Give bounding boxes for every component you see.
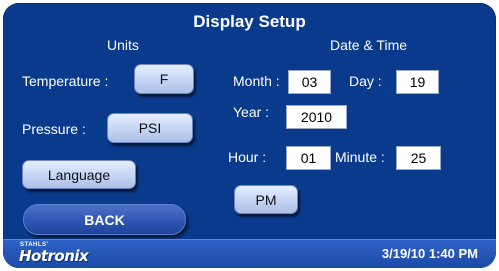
date-time-heading: Date & Time [330, 37, 408, 53]
year-label: Year : [233, 104, 270, 120]
minute-label: Minute : [335, 149, 385, 165]
back-button[interactable]: BACK [23, 204, 186, 235]
hour-field[interactable]: 01 [286, 146, 331, 170]
pressure-unit-button[interactable]: PSI [107, 113, 193, 143]
clock-display: 3/19/10 1:40 PM [381, 246, 478, 261]
pressure-label: Pressure : [22, 121, 86, 137]
month-field[interactable]: 03 [288, 70, 331, 94]
units-heading: Units [107, 37, 139, 53]
year-field[interactable]: 2010 [286, 105, 347, 129]
display-setup-screen: Display Setup Units Date & Time Temperat… [3, 3, 496, 268]
month-label: Month : [233, 73, 280, 89]
day-field[interactable]: 19 [396, 70, 439, 94]
hour-label: Hour : [228, 149, 267, 165]
hotronix-logo: Hotronix [19, 247, 89, 265]
day-label: Day : [349, 73, 382, 89]
minute-field[interactable]: 25 [396, 146, 441, 170]
temperature-label: Temperature : [22, 73, 109, 89]
language-button[interactable]: Language [22, 160, 136, 189]
page-title: Display Setup [193, 12, 306, 31]
am-pm-button[interactable]: PM [234, 185, 298, 214]
footer-bar: STAHLS' Hotronix 3/19/10 1:40 PM [3, 239, 496, 268]
temperature-unit-button[interactable]: F [134, 64, 194, 94]
